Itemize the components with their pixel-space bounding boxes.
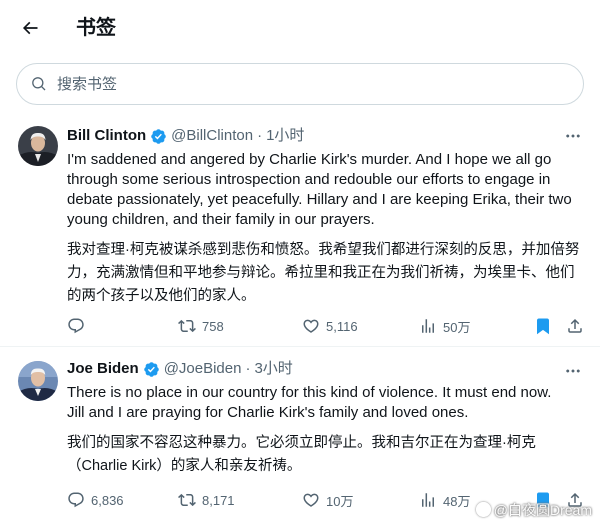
post-bill-clinton[interactable]: Bill Clinton @BillClinton · 1小时 I'm sadd… [0, 114, 600, 347]
views-icon [422, 319, 434, 333]
repost-button[interactable]: 758 [178, 314, 224, 338]
separator-dot: · [257, 127, 263, 144]
author-name[interactable]: Bill Clinton [67, 126, 146, 146]
more-icon [566, 134, 580, 138]
post-text-zh: 我们的国家不容忍这种暴力。它必须立即停止。我和吉尔正在为查理·柯克（Charli… [67, 435, 536, 474]
like-button[interactable]: 5,116 [302, 314, 358, 338]
search-input[interactable] [55, 74, 539, 94]
like-count: 10万 [326, 493, 354, 509]
like-button[interactable]: 10万 [302, 488, 353, 512]
post-meta: Bill Clinton @BillClinton · 1小时 [67, 126, 582, 146]
more-button[interactable] [562, 126, 584, 146]
repost-count: 758 [202, 318, 224, 334]
reply-button[interactable]: 6,836 [67, 488, 124, 512]
post-meta: Joe Biden @JoeBiden · 3小时 [67, 359, 582, 379]
post-text-zh: 我对查理·柯克被谋杀感到悲伤和愤怒。我希望我们都进行深刻的反思，并加倍努力，充满… [67, 242, 580, 304]
post-time[interactable]: 3小时 [254, 359, 292, 379]
verified-badge-icon [143, 361, 160, 378]
author-handle[interactable]: @BillClinton [171, 126, 253, 146]
post-actions: 758 5,116 50万 [67, 314, 587, 338]
more-button[interactable] [562, 361, 584, 381]
views-button[interactable]: 50万 [419, 314, 470, 338]
watermark: @白夜圆Dream [475, 500, 592, 520]
separator-dot: · [245, 360, 251, 377]
verified-badge-icon [150, 128, 167, 145]
like-icon [303, 493, 319, 507]
post-time[interactable]: 1小时 [266, 126, 304, 146]
back-arrow-icon [22, 21, 38, 35]
views-button[interactable]: 48万 [419, 488, 470, 512]
watermark-logo-icon [475, 502, 491, 517]
watermark-text: @白夜圆Dream [493, 502, 592, 518]
bookmark-icon [537, 318, 549, 335]
reply-count: 6,836 [91, 492, 124, 508]
bookmark-button[interactable] [534, 314, 552, 338]
avatar[interactable] [18, 126, 58, 166]
post-text-en: There is no place in our country for thi… [67, 384, 552, 421]
header: 书签 [0, 0, 600, 56]
author-name[interactable]: Joe Biden [67, 359, 139, 379]
reply-button[interactable] [67, 314, 91, 338]
repost-icon [178, 319, 196, 333]
share-button[interactable] [566, 314, 584, 338]
back-button[interactable] [12, 10, 48, 46]
more-icon [566, 369, 580, 373]
share-icon [568, 318, 582, 333]
post-text-en: I'm saddened and angered by Charlie Kirk… [67, 151, 572, 228]
repost-icon [178, 493, 196, 507]
search-bar[interactable] [16, 63, 584, 105]
views-icon [422, 493, 434, 507]
search-icon [32, 77, 46, 91]
repost-button[interactable]: 8,171 [178, 488, 235, 512]
avatar[interactable] [18, 361, 58, 401]
author-handle[interactable]: @JoeBiden [164, 359, 242, 379]
reply-icon [68, 318, 84, 334]
reply-icon [68, 492, 84, 508]
views-count: 50万 [443, 319, 471, 335]
repost-count: 8,171 [202, 492, 235, 508]
post-joe-biden[interactable]: Joe Biden @JoeBiden · 3小时 There is no pl… [0, 347, 600, 522]
page-title: 书签 [76, 17, 116, 39]
views-count: 48万 [443, 493, 471, 509]
like-count: 5,116 [326, 318, 358, 334]
like-icon [303, 319, 319, 333]
